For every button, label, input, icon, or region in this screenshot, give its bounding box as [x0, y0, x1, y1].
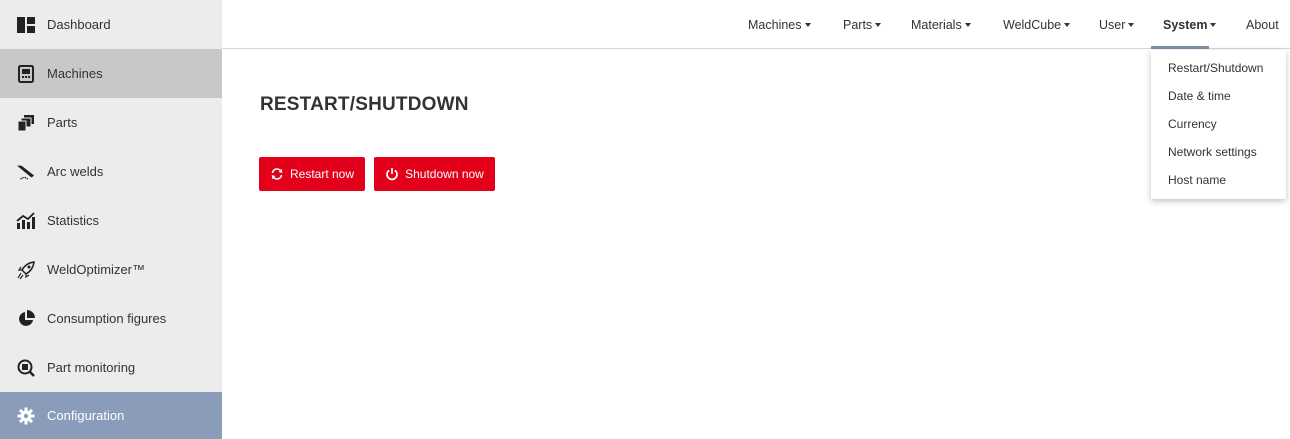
menu-item-currency[interactable]: Currency [1168, 117, 1217, 131]
dashboard-icon [16, 15, 36, 35]
rocket-icon [16, 260, 36, 280]
nav-label: Materials [911, 17, 962, 32]
search-monitor-icon [16, 358, 36, 378]
statistics-icon [16, 211, 36, 231]
arc-weld-icon [16, 162, 36, 182]
caret-down-icon [1064, 22, 1071, 27]
sidebar-item-label: WeldOptimizer™ [47, 262, 146, 277]
nav-machines[interactable]: Machines [748, 0, 811, 49]
caret-down-icon [875, 22, 882, 27]
parts-icon [16, 113, 36, 133]
page-title: RESTART/SHUTDOWN [260, 94, 469, 115]
nav-parts[interactable]: Parts [843, 0, 882, 49]
nav-label: About [1246, 17, 1279, 32]
menu-item-network-settings[interactable]: Network settings [1168, 145, 1257, 159]
shutdown-now-label: Shutdown now [405, 167, 484, 181]
nav-system[interactable]: System [1163, 0, 1217, 49]
nav-label: Machines [748, 17, 802, 32]
sidebar-item-arc-welds[interactable]: Arc welds [0, 147, 222, 196]
nav-label: WeldCube [1003, 17, 1062, 32]
sidebar-item-label: Statistics [47, 213, 100, 228]
sidebar-item-configuration[interactable]: Configuration [0, 392, 222, 439]
system-dropdown-menu: Restart/Shutdown Date & time Currency Ne… [1151, 50, 1286, 199]
nav-user[interactable]: User [1099, 0, 1135, 49]
nav-label: System [1163, 17, 1208, 32]
sidebar-item-label: Configuration [47, 408, 125, 423]
nav-label: User [1099, 17, 1126, 32]
nav-materials[interactable]: Materials [911, 0, 971, 49]
sidebar-item-part-monitoring[interactable]: Part monitoring [0, 343, 222, 392]
sidebar-item-label: Arc welds [47, 164, 104, 179]
sidebar-item-label: Part monitoring [47, 360, 136, 375]
nav-label: Parts [843, 17, 873, 32]
shutdown-now-button[interactable]: Shutdown now [374, 157, 495, 191]
sidebar-item-label: Machines [47, 66, 103, 81]
power-icon [385, 167, 399, 181]
sidebar-item-parts[interactable]: Parts [0, 98, 222, 147]
caret-down-icon [964, 22, 971, 27]
sidebar-item-label: Consumption figures [47, 311, 167, 326]
sidebar-item-label: Parts [47, 115, 78, 130]
gear-icon [16, 406, 36, 426]
menu-item-host-name[interactable]: Host name [1168, 173, 1226, 187]
sidebar-item-weldoptimizer[interactable]: WeldOptimizer™ [0, 245, 222, 294]
refresh-icon [270, 167, 284, 181]
pie-chart-icon [16, 309, 36, 329]
restart-now-label: Restart now [289, 167, 355, 181]
caret-down-icon [804, 22, 811, 27]
sidebar-item-machines[interactable]: Machines [0, 49, 222, 98]
sidebar-item-statistics[interactable]: Statistics [0, 196, 222, 245]
caret-down-icon [1210, 22, 1217, 27]
nav-about[interactable]: About [1246, 0, 1279, 49]
menu-item-date-time[interactable]: Date & time [1168, 89, 1231, 103]
sidebar: Dashboard Machines Parts Arc welds Stati… [0, 0, 222, 439]
nav-active-indicator [1151, 46, 1209, 49]
menu-item-restart-shutdown[interactable]: Restart/Shutdown [1168, 61, 1263, 75]
sidebar-item-consumption-figures[interactable]: Consumption figures [0, 294, 222, 343]
nav-weldcube[interactable]: WeldCube [1003, 0, 1071, 49]
machine-icon [16, 64, 36, 84]
sidebar-item-label: Dashboard [47, 17, 111, 32]
restart-now-button[interactable]: Restart now [259, 157, 365, 191]
sidebar-item-dashboard[interactable]: Dashboard [0, 0, 222, 49]
caret-down-icon [1128, 22, 1135, 27]
